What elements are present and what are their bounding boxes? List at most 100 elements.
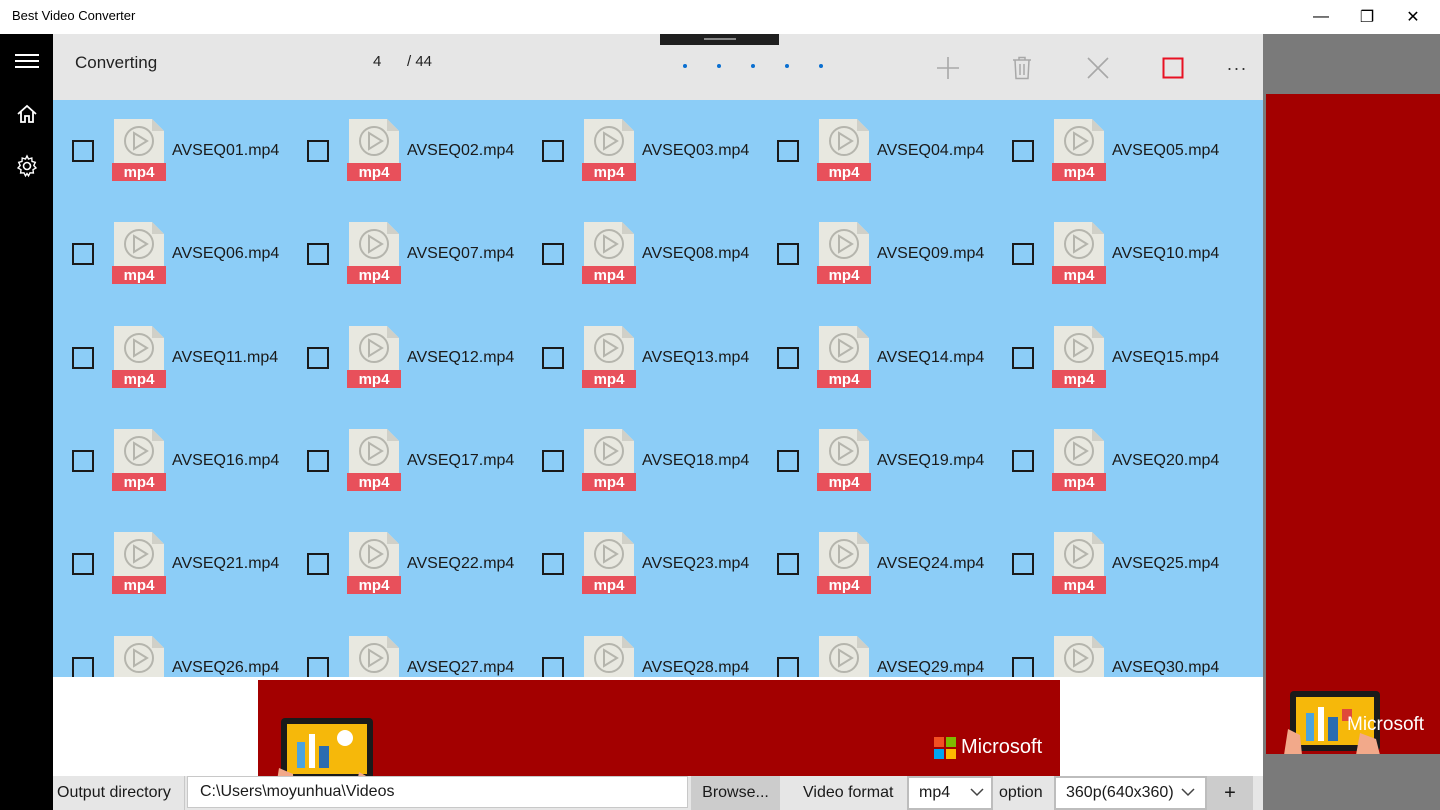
mp4-badge: mp4 bbox=[359, 371, 391, 388]
file-checkbox[interactable] bbox=[542, 657, 564, 677]
video-file-icon: mp4 bbox=[112, 532, 166, 594]
output-directory-field[interactable]: C:\Users\moyunhua\Videos bbox=[187, 776, 688, 808]
file-item[interactable]: mp4 AVSEQ05.mp4 bbox=[993, 100, 1228, 181]
file-item[interactable]: mp4 AVSEQ22.mp4 bbox=[288, 513, 523, 594]
home-button[interactable] bbox=[0, 89, 53, 139]
file-item[interactable]: mp4 AVSEQ12.mp4 bbox=[288, 307, 523, 388]
window-title: Best Video Converter bbox=[12, 8, 136, 23]
file-item[interactable]: mp4 AVSEQ13.mp4 bbox=[523, 307, 758, 388]
file-checkbox[interactable] bbox=[777, 450, 799, 472]
progress-total: / 44 bbox=[407, 53, 433, 70]
file-item[interactable]: mp4 AVSEQ01.mp4 bbox=[53, 100, 288, 181]
file-item[interactable]: mp4 AVSEQ29.mp4 bbox=[758, 617, 993, 677]
stop-button[interactable] bbox=[1151, 46, 1195, 90]
file-checkbox[interactable] bbox=[542, 140, 564, 162]
file-item[interactable]: mp4 AVSEQ27.mp4 bbox=[288, 617, 523, 677]
browse-button[interactable]: Browse... bbox=[691, 776, 780, 810]
file-checkbox[interactable] bbox=[777, 657, 799, 677]
file-item[interactable]: mp4 AVSEQ10.mp4 bbox=[993, 203, 1228, 284]
close-window-button[interactable]: ✕ bbox=[1390, 0, 1436, 34]
file-checkbox[interactable] bbox=[1012, 347, 1034, 369]
minimize-button[interactable]: — bbox=[1298, 0, 1344, 34]
add-option-button[interactable]: + bbox=[1207, 776, 1253, 810]
option-select[interactable]: 360p(640x360) bbox=[1054, 776, 1207, 810]
video-file-icon: mp4 bbox=[1052, 326, 1106, 388]
status-text: Converting bbox=[75, 53, 158, 72]
mp4-badge: mp4 bbox=[359, 267, 391, 284]
file-checkbox[interactable] bbox=[1012, 450, 1034, 472]
video-file-icon: mp4 bbox=[347, 429, 401, 491]
file-item[interactable]: mp4 AVSEQ07.mp4 bbox=[288, 203, 523, 284]
file-checkbox[interactable] bbox=[72, 657, 94, 677]
cancel-button[interactable] bbox=[1076, 46, 1120, 90]
right-ad-panel: Microsoft bbox=[1263, 34, 1440, 810]
file-checkbox[interactable] bbox=[307, 553, 329, 575]
file-checkbox[interactable] bbox=[542, 243, 564, 265]
file-checkbox[interactable] bbox=[1012, 243, 1034, 265]
file-checkbox[interactable] bbox=[777, 553, 799, 575]
file-item[interactable]: mp4 AVSEQ23.mp4 bbox=[523, 513, 758, 594]
file-checkbox[interactable] bbox=[777, 347, 799, 369]
video-format-select[interactable]: mp4 bbox=[907, 776, 993, 810]
file-item[interactable]: mp4 AVSEQ08.mp4 bbox=[523, 203, 758, 284]
file-checkbox[interactable] bbox=[72, 140, 94, 162]
mp4-badge: mp4 bbox=[594, 164, 626, 181]
drag-handle[interactable] bbox=[660, 34, 779, 45]
file-checkbox[interactable] bbox=[777, 243, 799, 265]
file-checkbox[interactable] bbox=[307, 140, 329, 162]
file-item[interactable]: mp4 AVSEQ09.mp4 bbox=[758, 203, 993, 284]
file-item[interactable]: mp4 AVSEQ21.mp4 bbox=[53, 513, 288, 594]
settings-button[interactable] bbox=[0, 141, 53, 191]
file-item[interactable]: mp4 AVSEQ11.mp4 bbox=[53, 307, 288, 388]
file-checkbox[interactable] bbox=[72, 450, 94, 472]
file-item[interactable]: mp4 AVSEQ03.mp4 bbox=[523, 100, 758, 181]
video-file-icon: mp4 bbox=[1052, 532, 1106, 594]
progress-current: 4 bbox=[373, 53, 382, 70]
file-name: AVSEQ15.mp4 bbox=[1112, 349, 1220, 366]
file-item[interactable]: mp4 AVSEQ15.mp4 bbox=[993, 307, 1228, 388]
file-checkbox[interactable] bbox=[542, 450, 564, 472]
file-item[interactable]: mp4 AVSEQ06.mp4 bbox=[53, 203, 288, 284]
file-item[interactable]: mp4 AVSEQ14.mp4 bbox=[758, 307, 993, 388]
file-item[interactable]: mp4 AVSEQ17.mp4 bbox=[288, 410, 523, 491]
file-checkbox[interactable] bbox=[72, 347, 94, 369]
chevron-down-icon bbox=[1177, 778, 1199, 808]
file-checkbox[interactable] bbox=[1012, 140, 1034, 162]
file-checkbox[interactable] bbox=[307, 657, 329, 677]
delete-button[interactable] bbox=[1000, 46, 1044, 90]
file-item[interactable]: mp4 AVSEQ18.mp4 bbox=[523, 410, 758, 491]
add-button[interactable] bbox=[926, 46, 970, 90]
file-checkbox[interactable] bbox=[72, 243, 94, 265]
delete-icon bbox=[1013, 56, 1031, 80]
maximize-button[interactable]: ❐ bbox=[1344, 0, 1390, 34]
file-item[interactable]: mp4 AVSEQ20.mp4 bbox=[993, 410, 1228, 491]
menu-button[interactable] bbox=[0, 36, 53, 86]
file-item[interactable]: mp4 AVSEQ28.mp4 bbox=[523, 617, 758, 677]
file-item[interactable]: mp4 AVSEQ16.mp4 bbox=[53, 410, 288, 491]
file-item[interactable]: mp4 AVSEQ24.mp4 bbox=[758, 513, 993, 594]
file-item[interactable]: mp4 AVSEQ19.mp4 bbox=[758, 410, 993, 491]
more-button[interactable]: ··· bbox=[1215, 46, 1259, 90]
file-item[interactable]: mp4 AVSEQ02.mp4 bbox=[288, 100, 523, 181]
file-name: AVSEQ16.mp4 bbox=[172, 452, 280, 469]
file-checkbox[interactable] bbox=[1012, 553, 1034, 575]
mp4-badge: mp4 bbox=[359, 474, 391, 491]
file-item[interactable]: mp4 AVSEQ04.mp4 bbox=[758, 100, 993, 181]
file-checkbox[interactable] bbox=[72, 553, 94, 575]
file-checkbox[interactable] bbox=[307, 243, 329, 265]
file-item[interactable]: mp4 AVSEQ30.mp4 bbox=[993, 617, 1228, 677]
file-item[interactable]: mp4 AVSEQ26.mp4 bbox=[53, 617, 288, 677]
file-checkbox[interactable] bbox=[307, 347, 329, 369]
file-name: AVSEQ25.mp4 bbox=[1112, 555, 1220, 572]
file-item[interactable]: mp4 AVSEQ25.mp4 bbox=[993, 513, 1228, 594]
file-checkbox[interactable] bbox=[1012, 657, 1034, 677]
ad-banner[interactable]: Microsoft bbox=[258, 680, 1060, 776]
file-checkbox[interactable] bbox=[777, 140, 799, 162]
file-checkbox[interactable] bbox=[307, 450, 329, 472]
file-checkbox[interactable] bbox=[542, 553, 564, 575]
side-ad-banner[interactable]: Microsoft bbox=[1266, 94, 1440, 754]
add-icon bbox=[937, 57, 959, 79]
file-checkbox[interactable] bbox=[542, 347, 564, 369]
file-name: AVSEQ09.mp4 bbox=[877, 245, 985, 262]
mp4-badge: mp4 bbox=[359, 577, 391, 594]
